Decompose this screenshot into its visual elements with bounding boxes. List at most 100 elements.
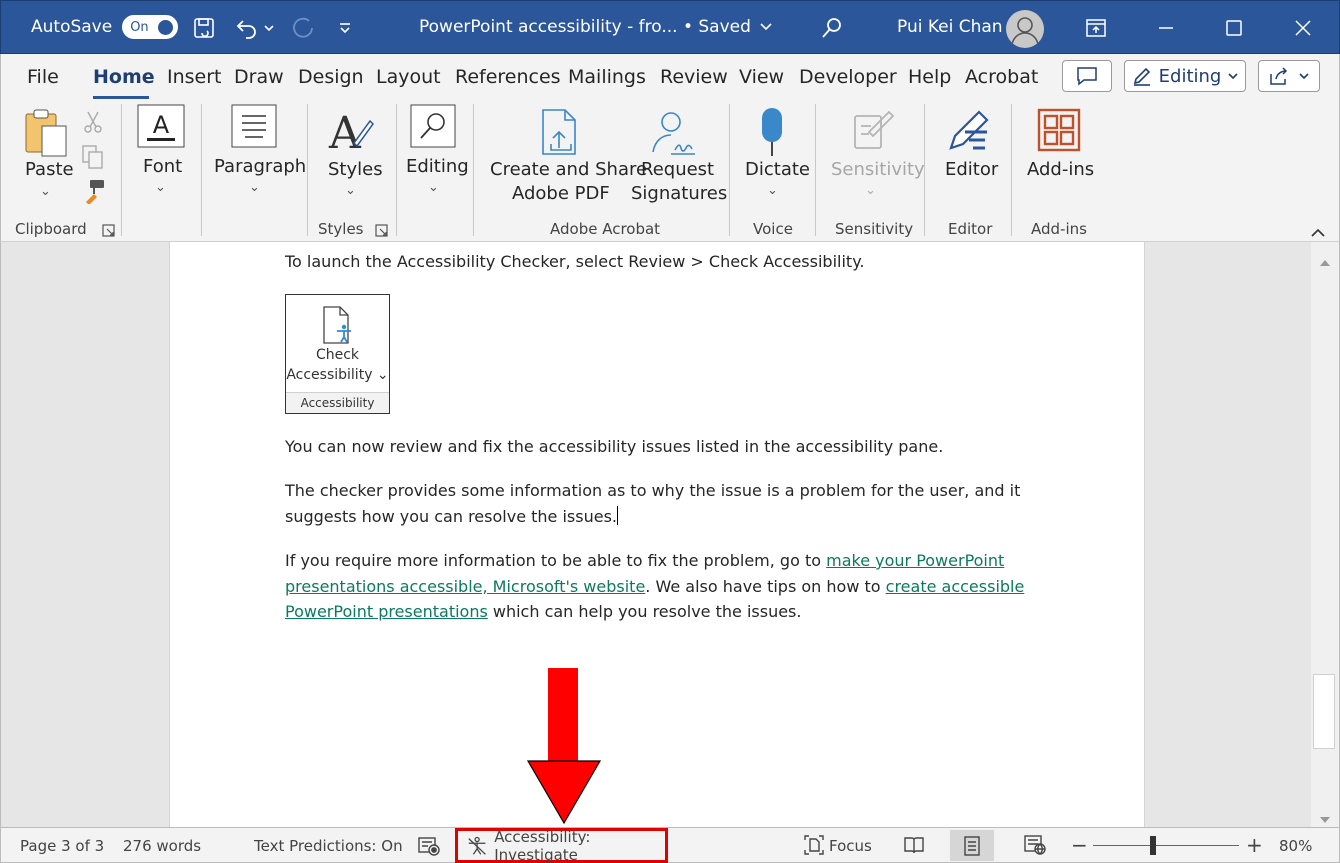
macro-recording-icon[interactable] [417, 835, 441, 861]
font-icon[interactable]: A [137, 104, 185, 152]
document-title-text: PowerPoint accessibility - fro... • Save… [419, 17, 751, 37]
request-signatures-line2[interactable]: Signatures [631, 182, 727, 206]
document-page[interactable]: To launch the Accessibility Checker, sel… [169, 242, 1145, 827]
document-area: To launch the Accessibility Checker, sel… [0, 242, 1340, 827]
read-mode-icon [904, 837, 924, 854]
request-signatures-line1[interactable]: Request [641, 158, 714, 182]
scroll-down-icon[interactable] [1319, 809, 1331, 827]
tab-acrobat[interactable]: Acrobat [965, 66, 1038, 88]
editing-button[interactable]: Editing [406, 155, 469, 179]
focus-button[interactable]: Focus [829, 837, 872, 855]
editing-mode-button[interactable]: Editing [1124, 60, 1246, 92]
tab-view[interactable]: View [739, 66, 784, 88]
read-mode-button[interactable] [900, 832, 928, 858]
styles-icon[interactable]: A [327, 106, 377, 160]
add-ins-button[interactable]: Add-ins [1027, 158, 1094, 182]
tab-file[interactable]: File [27, 66, 59, 88]
zoom-out-icon[interactable]: − [1071, 833, 1088, 857]
scrollbar-thumb[interactable] [1313, 674, 1335, 749]
create-share-pdf-line1[interactable]: Create and Share [490, 158, 647, 182]
styles-chevron-down-icon[interactable]: ⌄ [345, 183, 356, 198]
collapse-ribbon-icon[interactable] [1310, 224, 1326, 243]
tab-help[interactable]: Help [908, 66, 951, 88]
vertical-scrollbar[interactable] [1311, 242, 1339, 827]
zoom-slider-track[interactable] [1093, 845, 1239, 846]
paragraph-icon[interactable] [231, 104, 277, 152]
chevron-down-icon [1228, 73, 1238, 80]
accessibility-status-text: Accessibility: Investigate [494, 827, 591, 863]
print-layout-button[interactable] [950, 830, 994, 861]
ribbon-display-options-icon[interactable] [1081, 13, 1111, 43]
maximize-icon[interactable] [1219, 13, 1249, 43]
editing-chevron-down-icon[interactable]: ⌄ [428, 180, 439, 195]
avatar[interactable] [1006, 10, 1044, 48]
font-chevron-down-icon[interactable]: ⌄ [155, 180, 166, 195]
format-painter-icon[interactable] [82, 178, 106, 208]
web-layout-button[interactable] [1021, 832, 1049, 858]
dictate-button[interactable]: Dictate [745, 158, 810, 182]
paragraph-more-info: If you require more information to be ab… [285, 548, 1025, 625]
accessibility-status-button[interactable]: Accessibility: Investigate [455, 828, 668, 863]
focus-icon[interactable] [803, 834, 825, 860]
redo-icon [291, 15, 317, 41]
text-predictions[interactable]: Text Predictions: On [254, 837, 403, 855]
comments-button[interactable] [1062, 60, 1112, 92]
clipboard-group-label: Clipboard [15, 220, 87, 238]
add-ins-group-label: Add-ins [1031, 220, 1087, 238]
autosave-toggle[interactable]: On [122, 15, 179, 39]
comment-icon [1077, 67, 1097, 86]
close-icon[interactable] [1288, 13, 1318, 43]
search-icon[interactable] [819, 15, 845, 41]
save-icon[interactable] [191, 15, 217, 41]
microphone-icon[interactable] [757, 106, 787, 162]
paragraph-button[interactable]: Paragraph [214, 155, 306, 179]
tab-references[interactable]: References [455, 66, 561, 88]
editor-icon[interactable] [943, 106, 993, 160]
zoom-slider-thumb[interactable] [1150, 836, 1156, 855]
tab-layout[interactable]: Layout [376, 66, 441, 88]
font-button[interactable]: Font [143, 155, 182, 179]
create-pdf-icon[interactable] [539, 108, 583, 162]
document-title[interactable]: PowerPoint accessibility - fro... • Save… [419, 17, 773, 37]
accessibility-document-icon [320, 305, 356, 349]
zoom-in-icon[interactable]: + [1246, 833, 1263, 857]
tab-draw[interactable]: Draw [234, 66, 284, 88]
tab-design[interactable]: Design [298, 66, 364, 88]
paste-chevron-down-icon[interactable]: ⌄ [40, 184, 51, 199]
minimize-icon[interactable] [1151, 13, 1181, 43]
request-signatures-icon[interactable] [649, 108, 699, 162]
autosave-state: On [130, 19, 149, 35]
ribbon-tabs: File Home Insert Draw Design Layout Refe… [0, 54, 1340, 100]
tab-home[interactable]: Home [93, 66, 155, 88]
paragraph-chevron-down-icon[interactable]: ⌄ [249, 180, 260, 195]
dictate-chevron-down-icon[interactable]: ⌄ [767, 183, 778, 198]
word-count[interactable]: 276 words [123, 837, 201, 855]
check-accessibility-text: Accessibility [286, 367, 373, 383]
check-accessibility-image: Check Accessibility ⌄ Accessibility [285, 294, 390, 414]
autosave: AutoSave On [31, 15, 179, 39]
clipboard-launcher-icon[interactable] [102, 222, 115, 241]
undo-icon[interactable] [234, 15, 260, 41]
scroll-up-icon[interactable] [1319, 252, 1331, 271]
customize-toolbar-icon[interactable] [334, 15, 356, 41]
zoom-level[interactable]: 80% [1279, 837, 1312, 855]
editing-icon[interactable] [410, 104, 456, 152]
user-name[interactable]: Pui Kei Chan [897, 17, 1003, 37]
active-tab-indicator [93, 96, 149, 99]
page-count[interactable]: Page 3 of 3 [20, 837, 104, 855]
tab-mailings[interactable]: Mailings [568, 66, 646, 88]
paste-button[interactable]: Paste [25, 158, 74, 182]
tab-insert[interactable]: Insert [167, 66, 222, 88]
tab-review[interactable]: Review [660, 66, 728, 88]
editor-group-label: Editor [948, 220, 993, 238]
add-ins-icon[interactable] [1037, 108, 1081, 156]
styles-button[interactable]: Styles [328, 158, 383, 182]
editor-button[interactable]: Editor [945, 158, 998, 182]
share-button[interactable] [1258, 60, 1320, 92]
tab-developer[interactable]: Developer [799, 66, 897, 88]
create-share-pdf-line2[interactable]: Adobe PDF [512, 182, 610, 206]
styles-launcher-icon[interactable] [375, 222, 388, 241]
more-info-text-c: which can help you resolve the issues. [487, 602, 802, 621]
undo-dropdown-icon[interactable] [259, 15, 279, 41]
paste-icon[interactable] [24, 108, 70, 164]
